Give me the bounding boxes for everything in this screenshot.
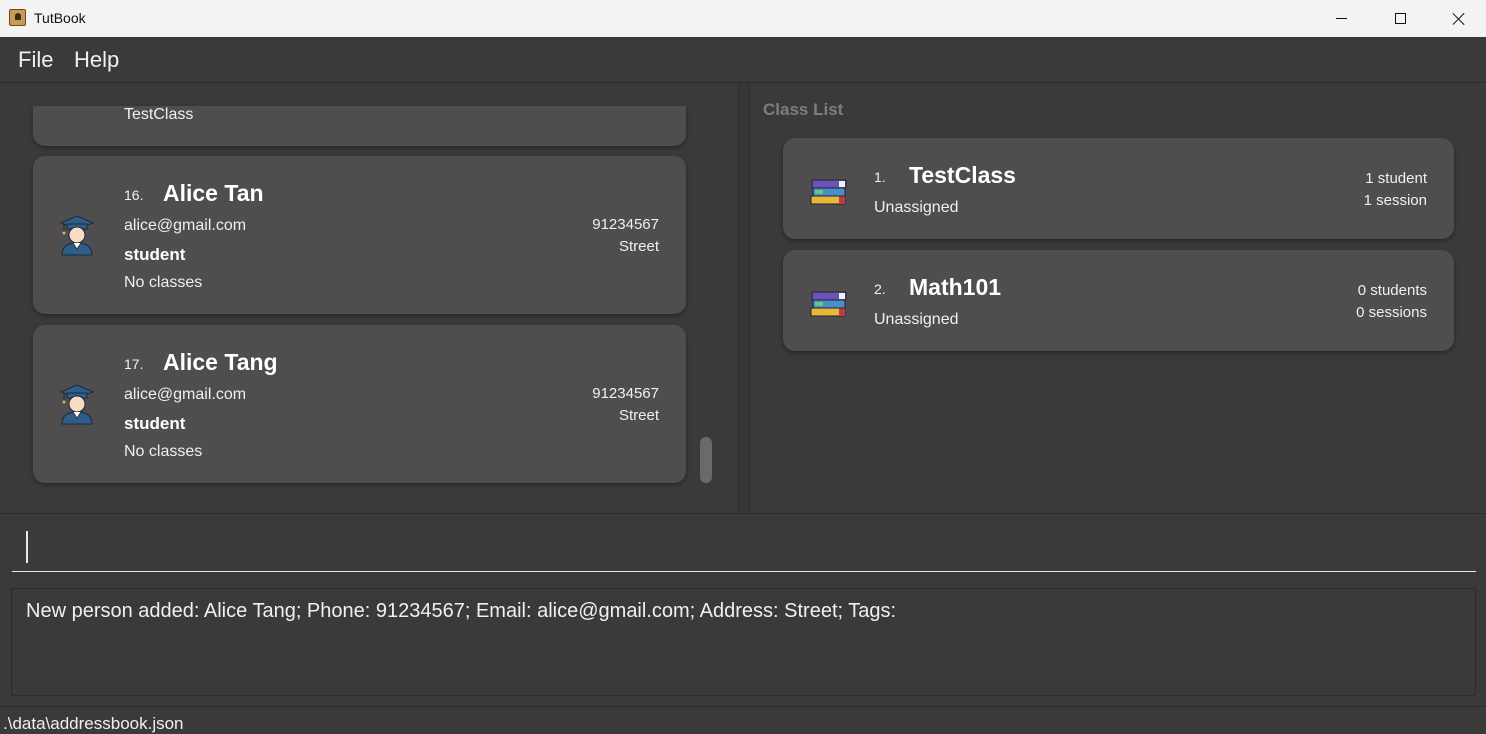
books-icon [810,179,847,205]
person-address: Street [618,238,659,255]
student-avatar-icon [59,384,95,425]
class-tutor: Unassigned [874,311,959,328]
person-classes: No classes [124,274,203,291]
class-list-panel: Class List 1. TestClass Unassigned 1 stu… [750,84,1486,512]
person-card[interactable]: 16. Alice Tan alice@gmail.com student No… [33,156,686,314]
close-button[interactable] [1430,0,1486,37]
menu-bar: File Help [0,37,1486,83]
maximize-button[interactable] [1371,0,1429,37]
person-address: Street [618,407,659,424]
split-pane-divider[interactable] [738,84,750,512]
menu-help[interactable]: Help [74,47,119,73]
person-class-text: TestClass [124,106,194,123]
class-student-count: 0 students [1357,282,1427,299]
books-icon [810,291,847,317]
person-card[interactable]: 17. Alice Tang alice@gmail.com student N… [33,325,686,483]
command-box [0,513,1486,579]
person-name: Alice Tang [163,349,278,375]
person-classes: No classes [124,443,203,460]
person-card-partial[interactable]: TestClass [33,106,686,146]
class-session-count: 1 session [1363,192,1427,209]
class-name: Math101 [909,274,1002,300]
class-student-count: 1 student [1365,170,1427,187]
class-tutor: Unassigned [874,199,959,216]
student-avatar-icon [59,215,95,256]
person-index: 16. [124,187,144,203]
class-list-title: Class List [763,100,844,119]
maximize-icon [1394,13,1406,24]
person-phone: 91234567 [592,385,659,402]
minimize-icon [1335,18,1347,19]
menu-file[interactable]: File [18,47,53,73]
class-index: 2. [874,281,886,297]
minimize-button[interactable] [1312,0,1370,37]
person-email: alice@gmail.com [124,386,247,403]
class-card[interactable]: 2. Math101 Unassigned 0 students 0 sessi… [783,250,1454,351]
status-bar: .\data\addressbook.json [0,706,1486,733]
class-name: TestClass [909,162,1016,188]
person-name: Alice Tan [163,180,264,206]
result-display[interactable]: New person added: Alice Tang; Phone: 912… [11,588,1476,696]
person-role: student [124,414,186,433]
address-book-icon [9,9,26,26]
person-index: 17. [124,356,144,372]
close-icon [1452,12,1466,26]
title-bar: TutBook [0,0,1486,37]
result-message: New person added: Alice Tang; Phone: 912… [26,600,897,622]
text-caret [26,531,28,563]
person-phone: 91234567 [592,216,659,233]
person-role: student [124,245,186,264]
class-session-count: 0 sessions [1356,304,1427,321]
save-location-path: .\data\addressbook.json [3,714,184,733]
class-card[interactable]: 1. TestClass Unassigned 1 student 1 sess… [783,138,1454,239]
class-index: 1. [874,169,886,185]
person-list-panel: TestClass 16. Alice Tan alice@gmail.com … [0,84,738,512]
person-email: alice@gmail.com [124,217,247,234]
command-input[interactable] [12,524,1476,572]
person-list-scrollbar[interactable] [700,437,712,483]
window-title: TutBook [34,10,86,26]
